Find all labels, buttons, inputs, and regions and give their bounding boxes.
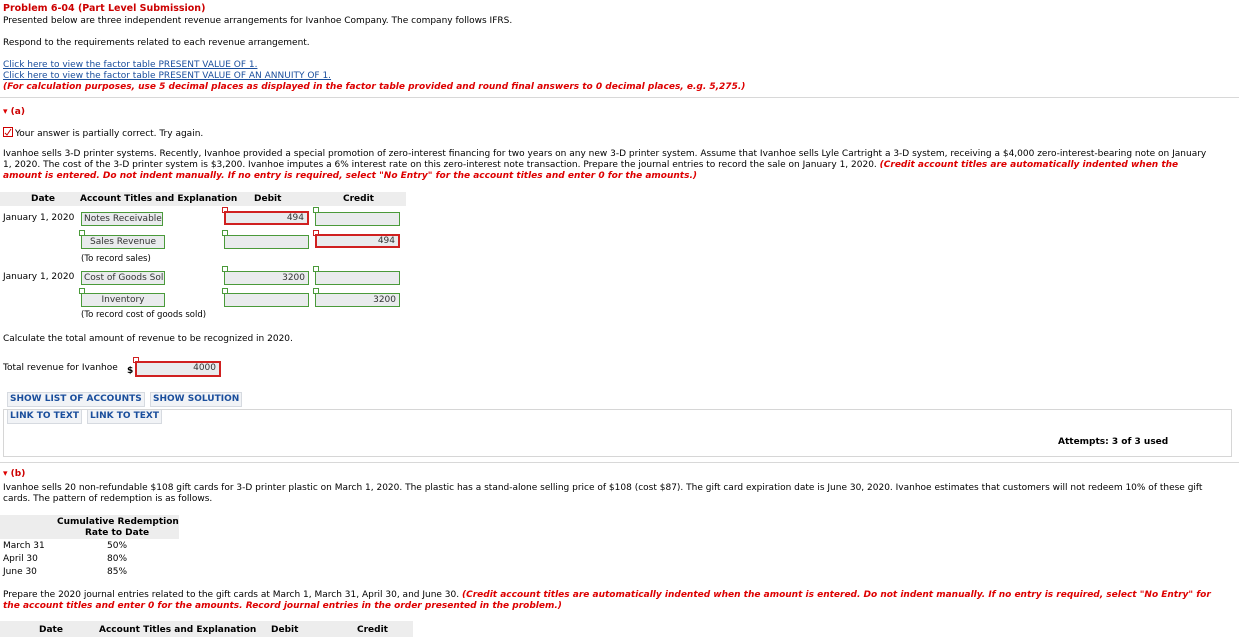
header-b-credit: Credit: [357, 625, 388, 635]
entry2-debit-credit-empty[interactable]: [315, 271, 400, 285]
show-list-of-accounts-button[interactable]: SHOW LIST OF ACCOUNTS: [7, 392, 145, 407]
redemption-month: March 31: [3, 541, 45, 551]
divider: [0, 97, 1239, 98]
calc-prompt: Calculate the total amount of revenue to…: [3, 334, 293, 344]
part-a-label: (a): [10, 107, 25, 117]
redemption-header-line2: Rate to Date: [85, 528, 150, 538]
part-b-toggle[interactable]: ▾ (b): [3, 469, 25, 479]
header-date: Date: [31, 194, 55, 204]
prepare-b-line1: Prepare the 2020 journal entries related…: [3, 590, 1211, 600]
problem-a-line3: amount is entered. Do not indent manuall…: [3, 171, 697, 181]
intro-text: Presented below are three independent re…: [3, 16, 513, 26]
factor-table-pv1-link[interactable]: Click here to view the factor table PRES…: [3, 60, 257, 70]
entry2-date: January 1, 2020: [3, 272, 75, 282]
factor-table-annuity-link[interactable]: Click here to view the factor table PRES…: [3, 71, 331, 81]
header-credit: Credit: [343, 194, 374, 204]
problem-a-instruction: (Credit account titles are automatically…: [879, 160, 1179, 170]
collapse-triangle-icon: ▾: [3, 469, 8, 479]
entry1-credit-account[interactable]: Sales Revenue: [81, 235, 165, 249]
entry2-credit-account[interactable]: Inventory: [81, 293, 165, 307]
problem-b-line1: Ivanhoe sells 20 non-refundable $108 gif…: [3, 483, 1203, 493]
entry1-debit-account[interactable]: Notes Receivable: [81, 212, 163, 226]
header-b-debit: Debit: [271, 625, 299, 635]
entry2-explanation: (To record cost of goods sold): [81, 310, 207, 320]
header-debit: Debit: [254, 194, 282, 204]
problem-a-line1: Ivanhoe sells 3-D printer systems. Recen…: [3, 149, 1207, 159]
total-revenue-label: Total revenue for Ivanhoe: [3, 363, 118, 373]
divider: [0, 462, 1239, 463]
prepare-b-text: Prepare the 2020 journal entries related…: [3, 590, 462, 600]
redemption-rate: 50%: [107, 541, 128, 551]
problem-a-line2-text: 1, 2020. The cost of the 3-D printer sys…: [3, 160, 880, 170]
total-revenue-input[interactable]: 4000: [135, 361, 221, 377]
calculation-note: (For calculation purposes, use 5 decimal…: [3, 82, 746, 92]
redemption-rate: 80%: [107, 554, 128, 564]
currency-symbol: $: [127, 366, 134, 376]
part-b-label: (b): [10, 469, 26, 479]
collapse-triangle-icon: ▾: [3, 107, 8, 117]
part-a-toggle[interactable]: ▾ (a): [3, 107, 25, 117]
redemption-month: April 30: [3, 554, 38, 564]
entry2-credit-amount[interactable]: 3200: [315, 293, 400, 307]
redemption-header-line1: Cumulative Redemption: [57, 517, 179, 527]
partially-correct-icon: [3, 127, 13, 137]
attempts-text: Attempts: 3 of 3 used: [1058, 437, 1169, 447]
redemption-month: June 30: [3, 567, 37, 577]
attempts-panel: [3, 409, 1232, 457]
header-b-account: Account Titles and Explanation: [99, 625, 257, 635]
entry1-explanation: (To record sales): [81, 254, 151, 264]
answer-status-text: Your answer is partially correct. Try ag…: [15, 129, 204, 139]
entry2-credit-debit-empty[interactable]: [224, 293, 309, 307]
prepare-b-instruction: (Credit account titles are automatically…: [461, 590, 1211, 600]
problem-a-line2: 1, 2020. The cost of the 3-D printer sys…: [3, 160, 1178, 170]
entry1-date: January 1, 2020: [3, 213, 75, 223]
header-b-date: Date: [39, 625, 63, 635]
entry2-debit-amount[interactable]: 3200: [224, 271, 309, 285]
entry1-debit-amount[interactable]: 494: [224, 211, 309, 225]
entry1-debit-credit-empty[interactable]: [315, 212, 400, 226]
redemption-rate: 85%: [107, 567, 128, 577]
show-solution-button[interactable]: SHOW SOLUTION: [150, 392, 243, 407]
entry2-debit-account[interactable]: Cost of Goods Sol: [81, 271, 165, 285]
respond-text: Respond to the requirements related to e…: [3, 38, 310, 48]
problem-b-line2: cards. The pattern of redemption is as f…: [3, 494, 213, 504]
entry1-credit-amount[interactable]: 494: [315, 234, 400, 248]
problem-title: Problem 6-04 (Part Level Submission): [3, 3, 206, 14]
header-account: Account Titles and Explanation: [80, 194, 238, 204]
entry1-credit-debit-empty[interactable]: [224, 235, 309, 249]
prepare-b-line2: the account titles and enter 0 for the a…: [3, 601, 562, 611]
answer-status: Your answer is partially correct. Try ag…: [3, 127, 203, 139]
